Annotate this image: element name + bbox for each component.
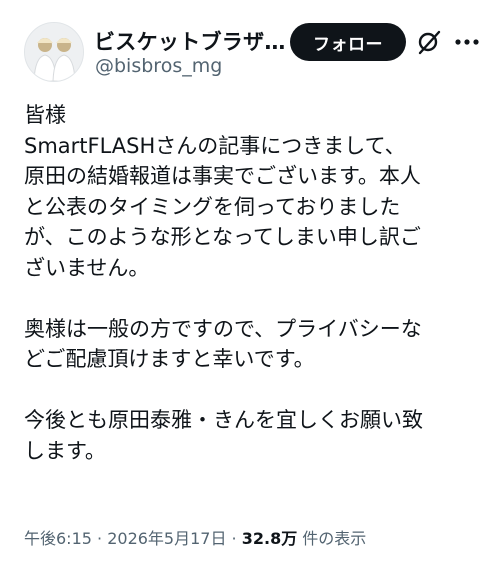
separator: · [226, 529, 242, 548]
display-name[interactable]: ビスケットブラザ… [94, 26, 286, 56]
view-count-label: 件の表示 [297, 529, 367, 548]
user-handle[interactable]: @bisbros_mg [95, 55, 222, 77]
avatar[interactable] [24, 22, 84, 82]
post-date[interactable]: 2026年5月17日 [107, 529, 226, 548]
post-header: ビスケットブラザ… @bisbros_mg フォロー [24, 22, 486, 86]
more-icon[interactable] [452, 29, 482, 55]
post-meta: 午後6:15 · 2026年5月17日 · 32.8万 件の表示 [24, 525, 366, 549]
view-count: 32.8万 [241, 529, 298, 548]
post-text: 皆様 SmartFLASHさんの記事につきまして、 原田の結婚報道は事実でござい… [24, 103, 423, 463]
post-time[interactable]: 午後6:15 [24, 529, 92, 548]
follow-button[interactable]: フォロー [290, 23, 406, 61]
avatar-image [25, 23, 83, 81]
separator: · [91, 529, 108, 548]
grok-icon[interactable] [416, 29, 442, 55]
